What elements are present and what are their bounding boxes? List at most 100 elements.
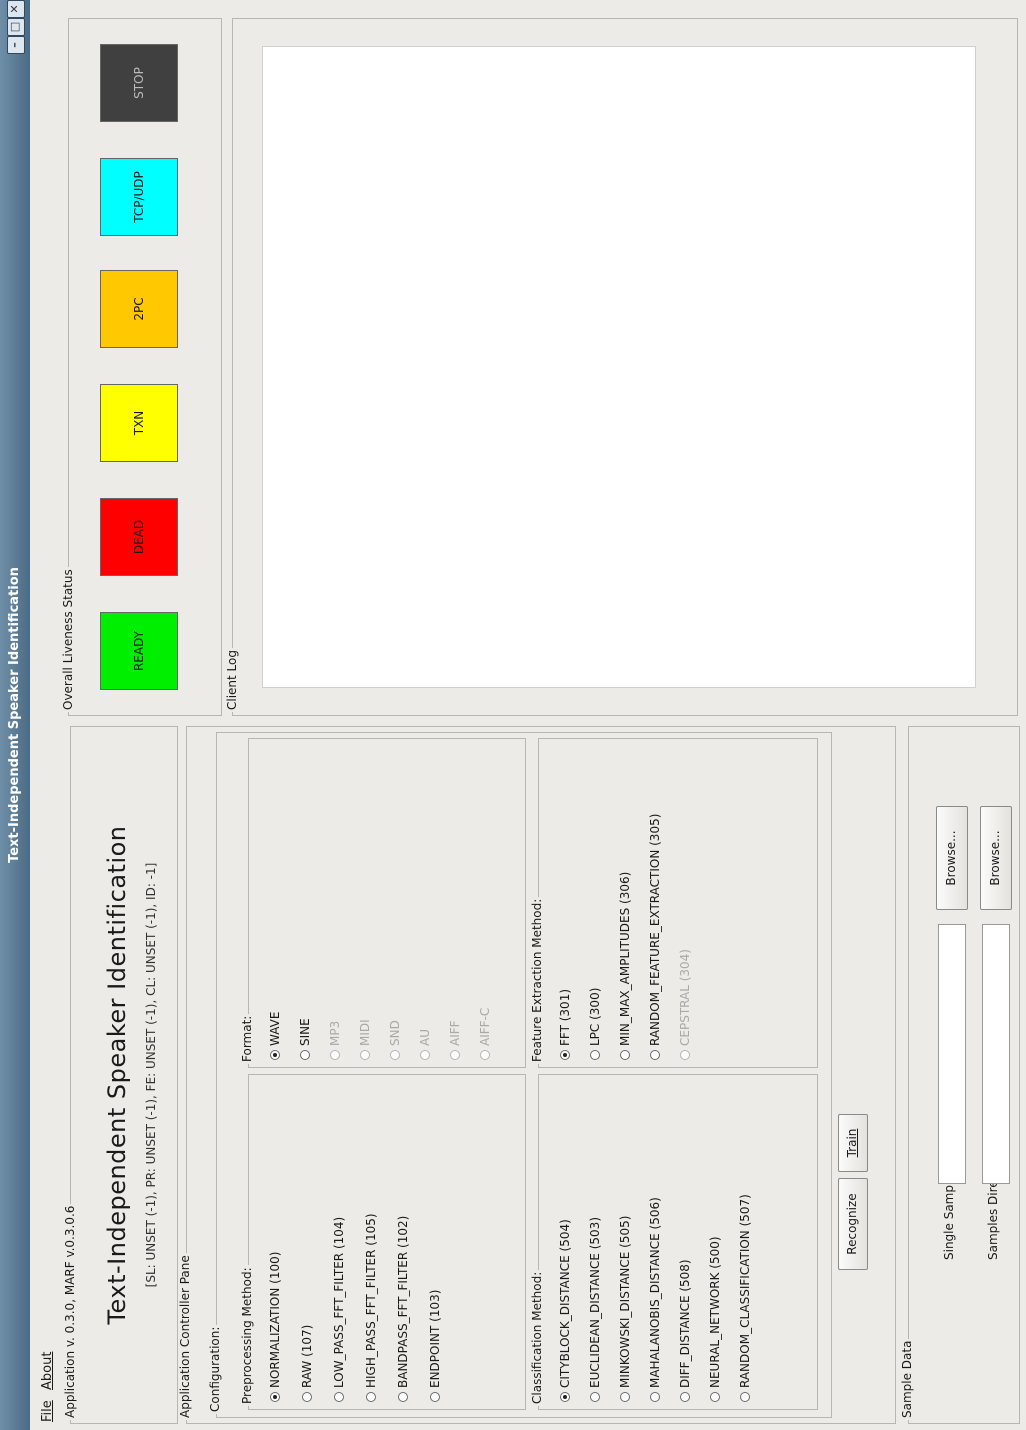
format-radio-label: AU [418,1029,432,1046]
maximize-button[interactable]: □ [7,18,25,36]
minimize-button[interactable]: – [7,36,25,54]
radio-indicator-icon [620,1392,630,1402]
format-radio-6: AIFF [448,1020,462,1060]
train-button[interactable]: Train [838,1114,868,1172]
browse-directory-btn[interactable]: Browse... [980,806,1012,910]
preprocessing-radio-label: NORMALIZATION (100) [268,1251,282,1388]
preprocessing-group [248,1074,526,1410]
format-label: Format: [240,1013,254,1064]
radio-indicator-icon [334,1392,344,1402]
preprocessing-radio-1[interactable]: RAW (107) [300,1325,314,1402]
radio-indicator-icon [740,1392,750,1402]
format-radio-label: AIFF [448,1020,462,1046]
liveness-indicator-label: 2PC [132,297,146,321]
format-radio-0[interactable]: WAVE [268,1012,282,1060]
liveness-indicator-label: TXN [132,410,146,436]
classification-radio-label: EUCLIDEAN_DISTANCE (503) [588,1217,602,1388]
browse-directory-label: Browse... [988,830,1002,886]
preprocessing-radio-3[interactable]: HIGH_PASS_FFT_FILTER (105) [364,1213,378,1402]
sample-data-label: Sample Data [900,1338,914,1420]
classification-label: Classification Method: [530,1269,544,1406]
browse-file-btn[interactable]: Browse... [936,806,968,910]
format-radio-label: WAVE [268,1011,282,1046]
preprocessing-radio-label: LOW_PASS_FFT_FILTER (104) [332,1216,346,1388]
application-info-label: Application v. 0.3.0, MARF v.0.3.0.6 [63,1203,77,1420]
feature-extraction-radio-1[interactable]: LPC (300) [588,988,602,1060]
format-radio-5: AU [418,1029,432,1060]
preprocessing-radio-label: HIGH_PASS_FFT_FILTER (105) [364,1213,378,1388]
title-bar[interactable]: Text-Independent Speaker Identification … [0,0,30,1430]
radio-indicator-icon [302,1392,312,1402]
preprocessing-radio-label: RAW (107) [300,1324,314,1388]
format-radio-4: SND [388,1020,402,1060]
feature-extraction-radio-label: MIN_MAX_AMPLITUDES (306) [618,871,632,1046]
radio-indicator-icon [620,1050,630,1060]
feature-extraction-radio-label: LPC (300) [588,987,602,1046]
single-sample-file-field[interactable] [938,924,966,1184]
window-title: Text-Independent Speaker Identification [7,567,22,863]
classification-radio-1[interactable]: EUCLIDEAN_DISTANCE (503) [588,1217,602,1402]
feature-extraction-radio-2[interactable]: MIN_MAX_AMPLITUDES (306) [618,872,632,1060]
radio-indicator-icon [560,1050,570,1060]
liveness-label: Overall Liveness Status [61,567,75,712]
radio-indicator-icon [390,1050,400,1060]
feature-extraction-radio-3[interactable]: RANDOM_FEATURE_EXTRACTION (305) [648,814,662,1060]
classification-radio-6[interactable]: RANDOM_CLASSIFICATION (507) [738,1194,752,1402]
liveness-indicator-label: STOP [132,67,146,99]
radio-indicator-icon [430,1392,440,1402]
feature-extraction-radio-0[interactable]: FFT (301) [558,989,572,1060]
samples-directory-field[interactable] [982,924,1010,1184]
close-button[interactable]: ✕ [7,0,25,18]
classification-radio-2[interactable]: MINKOWSKI_DISTANCE (505) [618,1216,632,1402]
classification-radio-0[interactable]: CITYBLOCK_DISTANCE (504) [558,1219,572,1402]
radio-indicator-icon [398,1392,408,1402]
liveness-indicator-dead: DEAD [100,498,178,576]
liveness-indicator-stop: STOP [100,44,178,122]
format-radio-label: SINE [298,1018,312,1046]
classification-radio-5[interactable]: NEURAL_NETWORK (500) [708,1236,722,1402]
liveness-indicator-label: READY [132,630,146,672]
client-log-textarea[interactable] [262,46,976,688]
menu-bar: File About [30,0,56,1430]
format-radio-7: AIFF-C [478,1008,492,1060]
format-radio-1[interactable]: SINE [298,1018,312,1060]
feature-extraction-radio-label: CEPSTRAL (304) [678,949,692,1046]
format-radio-label: SND [388,1020,402,1046]
radio-indicator-icon [366,1392,376,1402]
radio-indicator-icon [420,1050,430,1060]
radio-indicator-icon [560,1392,570,1402]
classification-radio-label: DIFF_DISTANCE (508) [678,1259,692,1388]
preprocessing-radio-4[interactable]: BANDPASS_FFT_FILTER (102) [396,1216,410,1402]
recognize-button[interactable]: Recognize [838,1178,868,1270]
preprocessing-radio-5[interactable]: ENDPOINT (103) [428,1290,442,1402]
preprocessing-radio-0[interactable]: NORMALIZATION (100) [268,1252,282,1402]
preprocessing-label: Preprocessing Method: [240,1265,254,1406]
client-log-label: Client Log [225,648,239,712]
radio-indicator-icon [300,1050,310,1060]
classification-radio-3[interactable]: MAHALANOBIS_DISTANCE (506) [648,1197,662,1402]
liveness-indicator-label: TCP/UDP [132,171,146,223]
radio-indicator-icon [680,1050,690,1060]
configuration-label: Configuration: [208,1324,222,1414]
format-radio-3: MIDI [358,1019,372,1060]
feature-extraction-radio-label: FFT (301) [558,988,572,1046]
preprocessing-radio-2[interactable]: LOW_PASS_FFT_FILTER (104) [332,1217,346,1402]
format-radio-label: AIFF-C [478,1007,492,1046]
radio-indicator-icon [330,1050,340,1060]
radio-indicator-icon [360,1050,370,1060]
liveness-indicator-txn: TXN [100,384,178,462]
format-radio-2: MP3 [328,1021,342,1060]
classification-radio-label: MINKOWSKI_DISTANCE (505) [618,1215,632,1388]
liveness-indicator-2pc: 2PC [100,270,178,348]
classification-radio-4[interactable]: DIFF_DISTANCE (508) [678,1259,692,1402]
radio-indicator-icon [680,1392,690,1402]
feature-extraction-radio-4: CEPSTRAL (304) [678,949,692,1060]
radio-indicator-icon [710,1392,720,1402]
classification-radio-label: CITYBLOCK_DISTANCE (504) [558,1219,572,1388]
feature-extraction-label: Feature Extraction Method: [530,896,544,1064]
app-heading: Text-Independent Speaker Identification [103,825,131,1325]
radio-indicator-icon [590,1392,600,1402]
format-radio-label: MP3 [328,1020,342,1046]
radio-indicator-icon [270,1392,280,1402]
browse-file-label: Browse... [944,830,958,886]
